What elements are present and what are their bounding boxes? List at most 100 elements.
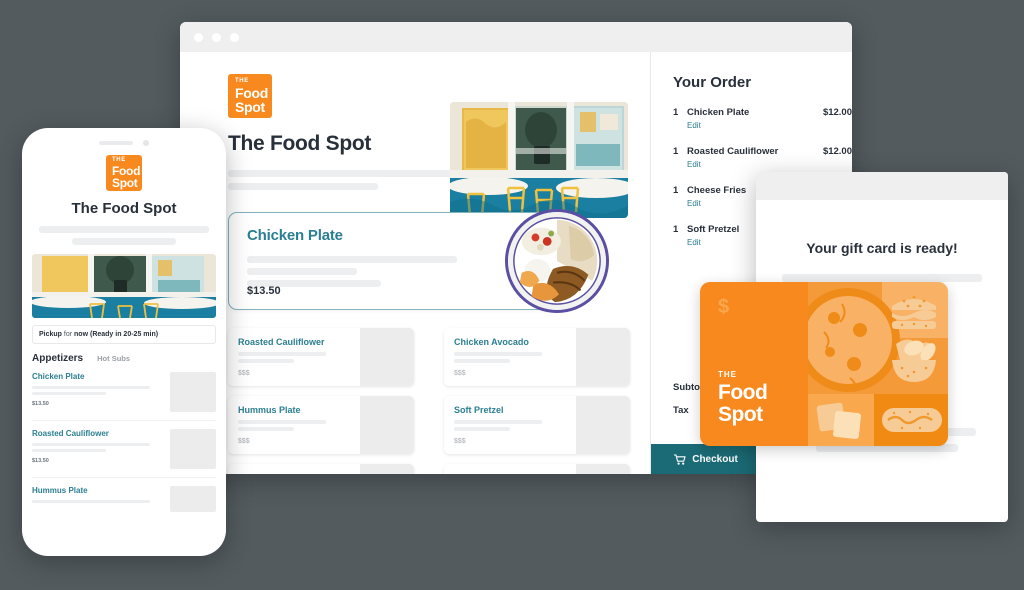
phone-logo-the-text: THE <box>112 157 126 163</box>
phone-menu-item-text: Hummus Plate <box>32 486 170 512</box>
hot-dog-icon <box>882 408 942 432</box>
order-item-qty: 1 <box>673 107 679 118</box>
featured-menu-card[interactable]: Chicken Plate $13.50 <box>228 209 609 313</box>
description-placeholder-line-1 <box>228 170 476 177</box>
phone-camera-icon <box>143 140 149 146</box>
phone-menu-item-text: Chicken Plate $13.50 <box>32 372 170 412</box>
chicken-plate-illustration <box>508 212 606 310</box>
menu-card-text: Cheese Fries <box>228 464 360 474</box>
window-close-dot[interactable] <box>194 32 203 42</box>
window-titlebar <box>180 22 852 52</box>
phone-menu-item-text: Roasted Cauliflower $13.50 <box>32 429 170 469</box>
phone-menu-item-price: $13.50 <box>32 401 49 407</box>
gift-window-titlebar <box>756 172 1008 200</box>
menu-card[interactable]: Hummus Plate $$$ <box>228 396 414 454</box>
gift-logo-line1-text: Food <box>718 380 768 404</box>
phone-logo-line2-text: Spot <box>112 176 138 190</box>
menu-item-price: $$$ <box>454 370 466 377</box>
dollar-sign-icon: $ <box>718 296 730 318</box>
order-line-item[interactable]: 1 Chicken Plate Edit $12.00 <box>673 107 852 130</box>
menu-desc-line-2 <box>238 359 294 363</box>
menu-card[interactable]: Roasted Cauliflower $$$ <box>228 328 414 386</box>
tab-appetizers[interactable]: Appetizers <box>32 353 83 364</box>
order-panel-title: Your Order <box>673 74 752 91</box>
menu-card-text: Hummus Plate $$$ <box>228 396 360 454</box>
menu-items-grid: Roasted Cauliflower $$$ Chicken Avocado <box>228 328 630 474</box>
menu-item-price: $$$ <box>238 438 250 445</box>
menu-item-name: Roasted Cauliflower <box>238 337 325 347</box>
order-item-price: $12.00 <box>822 146 852 157</box>
menu-item-name: Clam Chowder <box>454 473 576 474</box>
phone-desc-a <box>32 443 150 446</box>
logo-line2-text: Spot <box>235 99 265 115</box>
phone-menu-item-name: Hummus Plate <box>32 486 88 495</box>
featured-item-price: $13.50 <box>247 285 281 297</box>
menu-desc-line-1 <box>238 420 326 424</box>
menu-item-image <box>360 328 414 386</box>
featured-desc-line-2 <box>247 268 357 275</box>
menu-item-name: Cheese Fries <box>238 473 360 474</box>
phone-restaurant-interior-illustration <box>32 254 216 318</box>
menu-card-text: Chicken Avocado $$$ <box>444 328 576 386</box>
phone-desc-b <box>32 449 106 452</box>
menu-item-image <box>576 328 630 386</box>
pickup-label: Pickup <box>39 331 62 338</box>
order-item-edit-link[interactable]: Edit <box>687 160 823 169</box>
phone-menu-item-image <box>170 429 216 469</box>
menu-card[interactable]: Soft Pretzel $$$ <box>444 396 630 454</box>
menu-desc-line-1 <box>454 420 542 424</box>
menu-item-image <box>576 464 630 474</box>
menu-card-text: Clam Chowder <box>444 464 576 474</box>
menu-item-image <box>576 396 630 454</box>
order-item-qty: 1 <box>673 146 679 157</box>
phone-menu-item[interactable]: Roasted Cauliflower $13.50 <box>32 421 216 478</box>
window-minimize-dot[interactable] <box>212 32 221 42</box>
tab-hot-subs[interactable]: Hot Subs <box>97 354 130 363</box>
menu-card[interactable]: Cheese Fries <box>228 464 414 474</box>
restaurant-logo: THE Food Spot <box>228 74 272 118</box>
phone-menu-item[interactable]: Hummus Plate <box>32 478 216 520</box>
gift-logo-the-text: THE <box>718 369 737 379</box>
phone-desc-b <box>32 392 106 395</box>
order-item-price: $12.00 <box>822 107 852 118</box>
menu-item-price: $$$ <box>238 370 250 377</box>
window-maximize-dot[interactable] <box>230 32 239 42</box>
order-item-name: Chicken Plate <box>687 107 750 118</box>
menu-desc-line-2 <box>454 427 510 431</box>
restaurant-hero-image <box>450 102 628 218</box>
menu-card[interactable]: Clam Chowder <box>444 464 630 474</box>
gift-card-logo: THE Food Spot <box>718 369 768 426</box>
menu-item-image <box>360 464 414 474</box>
gift-logo-line2-text: Spot <box>718 402 763 426</box>
phone-menu-item-name: Roasted Cauliflower <box>32 429 109 438</box>
order-item-edit-link[interactable]: Edit <box>687 121 823 130</box>
menu-item-image <box>360 396 414 454</box>
checkout-button[interactable]: Checkout <box>651 444 761 474</box>
order-item-qty: 1 <box>673 185 679 196</box>
phone-desc-line-2 <box>72 238 176 245</box>
phone-menu-item[interactable]: Chicken Plate $13.50 <box>32 364 216 421</box>
pickup-status-bar[interactable]: Pickup for now (Ready in 20-25 min) <box>32 325 216 344</box>
gift-card-graphic[interactable]: $ THE Food Spot <box>700 282 948 446</box>
phone-menu-item-price: $13.50 <box>32 458 49 464</box>
phone-desc-line-1 <box>39 226 209 233</box>
phone-menu-item-image <box>170 486 216 512</box>
order-line-item[interactable]: 1 Roasted Cauliflower Edit $12.00 <box>673 146 852 169</box>
gift-subtext-placeholder <box>782 274 982 282</box>
menu-item-price: $$$ <box>454 438 466 445</box>
featured-item-image <box>505 209 609 313</box>
gift-card-heading: Your gift card is ready! <box>806 240 958 256</box>
pickup-for-text: for <box>63 331 73 338</box>
menu-card-text: Roasted Cauliflower $$$ <box>228 328 360 386</box>
phone-restaurant-logo: THE Food Spot <box>106 155 142 191</box>
menu-desc-line-1 <box>454 352 542 356</box>
menu-card[interactable]: Chicken Avocado $$$ <box>444 328 630 386</box>
phone-page-title: The Food Spot <box>71 200 177 217</box>
menu-desc-line-1 <box>238 352 326 356</box>
menu-desc-line-2 <box>238 427 294 431</box>
menu-column: THE Food Spot The Food Spot Chicken Plat… <box>180 52 650 474</box>
phone-category-tabs: Appetizers Hot Subs <box>32 353 216 364</box>
phone-menu-item-image <box>170 372 216 412</box>
menu-item-name: Chicken Avocado <box>454 337 529 347</box>
logo-line1-text: Food <box>235 85 269 101</box>
